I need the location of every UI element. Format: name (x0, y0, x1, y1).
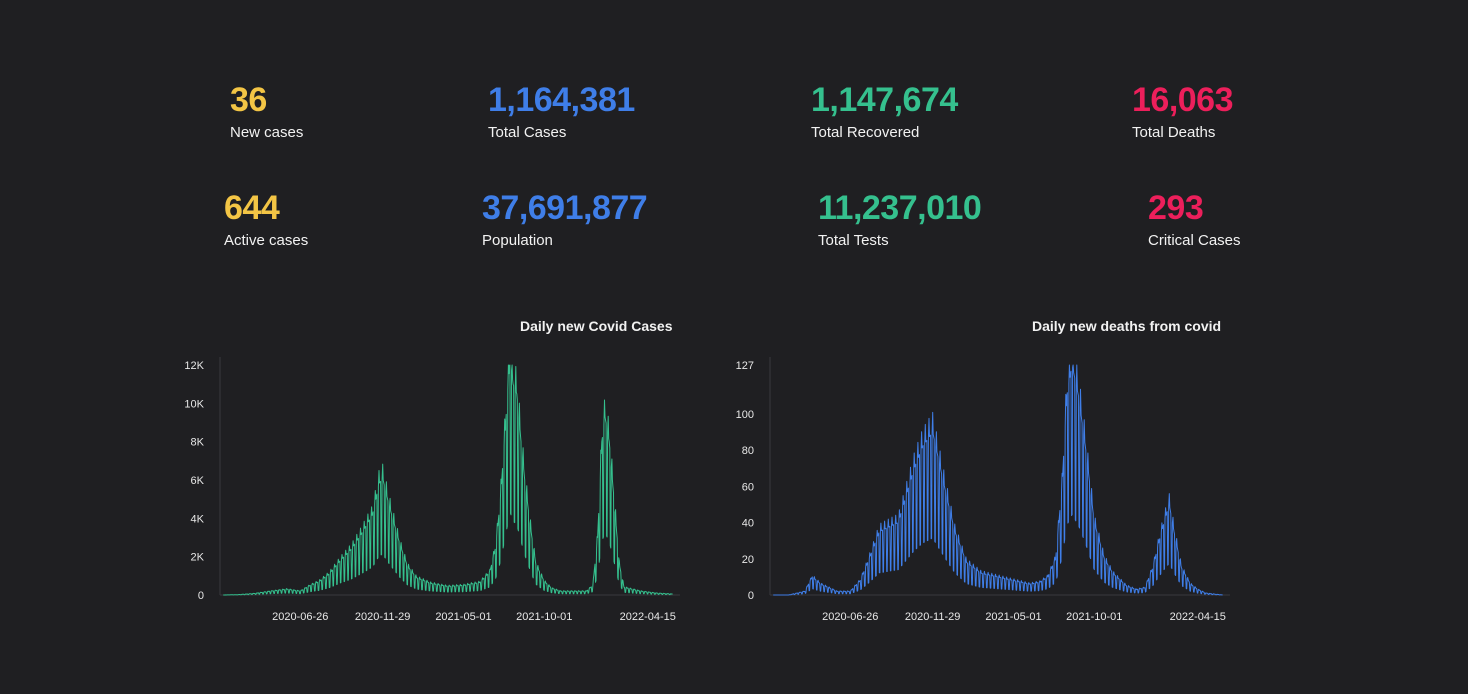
y-tick-label: 2K (191, 552, 205, 564)
x-tick-label: 2022-04-15 (1170, 611, 1226, 623)
stat-total-tests: 11,237,010 Total Tests (818, 188, 982, 250)
y-tick-label: 12K (184, 360, 204, 372)
y-tick-label: 100 (736, 409, 754, 421)
x-tick-label: 2020-06-26 (272, 611, 328, 623)
cases-chart-title: Daily new Covid Cases (520, 318, 673, 334)
population-label: Population (482, 232, 553, 249)
total-tests-value: 11,237,010 (818, 189, 982, 227)
x-tick-label: 2021-10-01 (1066, 611, 1122, 623)
y-tick-label: 80 (742, 445, 754, 457)
x-tick-label: 2021-05-01 (435, 611, 491, 623)
y-tick-label: 60 (742, 481, 754, 493)
x-tick-label: 2020-11-29 (355, 611, 410, 623)
x-tick-label: 2021-10-01 (516, 611, 572, 623)
stat-active-cases: 644 Active cases (224, 188, 308, 250)
y-tick-label: 20 (742, 554, 754, 566)
x-tick-label: 2022-04-15 (620, 611, 676, 623)
active-cases-value: 644 (224, 189, 280, 227)
x-tick-label: 2020-06-26 (822, 611, 878, 623)
series-line (223, 364, 673, 596)
deaths-chart-title: Daily new deaths from covid (1032, 318, 1222, 334)
active-cases-label: Active cases (224, 232, 309, 249)
x-tick-label: 2021-05-01 (985, 611, 1041, 623)
total-recovered-label: Total Recovered (811, 124, 920, 141)
new-cases-value: 36 (230, 81, 267, 119)
total-deaths-label: Total Deaths (1132, 124, 1216, 141)
cases-chart: 0 2K 4K 6K 8K 10K 12K 2020-06-26 2020-11-29 2021-… (184, 357, 680, 623)
y-tick-label: 8K (191, 437, 205, 449)
stat-critical-cases: 293 Critical Cases (1148, 188, 1241, 250)
y-tick-label: 0 (748, 590, 754, 602)
total-cases-value: 1,164,381 (488, 81, 635, 119)
y-tick-label: 40 (742, 518, 754, 530)
y-tick-label: 127 (736, 360, 754, 372)
total-tests-label: Total Tests (818, 232, 889, 249)
stat-total-recovered: 1,147,674 Total Recovered (811, 80, 958, 142)
stat-total-deaths: 16,063 Total Deaths (1132, 80, 1234, 142)
stat-total-cases: 1,164,381 Total Cases (488, 80, 635, 142)
total-recovered-value: 1,147,674 (811, 81, 958, 119)
total-deaths-value: 16,063 (1132, 81, 1234, 119)
critical-cases-label: Critical Cases (1148, 232, 1241, 249)
series-line (773, 364, 1223, 596)
stat-new-cases: 36 New cases (230, 80, 303, 142)
population-value: 37,691,877 (482, 189, 648, 227)
x-tick-label: 2020-11-29 (905, 611, 960, 623)
new-cases-label: New cases (230, 124, 304, 141)
critical-cases-value: 293 (1148, 189, 1204, 227)
stat-population: 37,691,877 Population (482, 188, 648, 250)
y-tick-label: 4K (191, 513, 205, 525)
deaths-chart: 0 20 40 60 80 100 127 2020-06-26 2020-11-29 2021-… (736, 357, 1230, 623)
total-cases-label: Total Cases (488, 124, 567, 141)
y-tick-label: 10K (184, 398, 204, 410)
y-tick-label: 0 (198, 590, 204, 602)
y-tick-label: 6K (191, 475, 205, 487)
